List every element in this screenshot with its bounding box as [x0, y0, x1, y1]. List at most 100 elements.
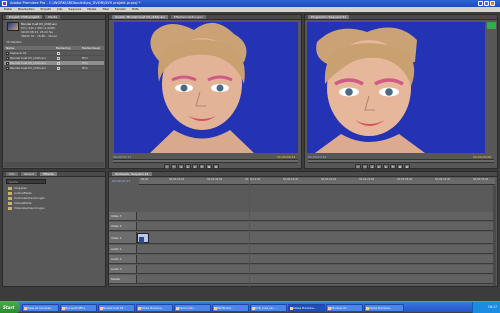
track-header[interactable]: Audio 2	[109, 255, 137, 263]
step-back-button[interactable]: ◂	[178, 164, 184, 169]
mark-in-button[interactable]: {	[164, 164, 170, 169]
app-icon	[290, 307, 293, 310]
taskbar-item[interactable]: Adobe Premiere...	[364, 303, 404, 312]
menu-fenster[interactable]: Fenster	[115, 7, 126, 11]
tab-program[interactable]: Programm: Sequenz 01	[308, 15, 350, 19]
menu-titel[interactable]: Titel	[102, 7, 108, 11]
source-transport-controls: {} ◂ ▸ ▸ ↻ ⊞ ⊟	[164, 164, 220, 169]
taskbar-item[interactable]: Diese ist Anmelde...	[22, 303, 59, 312]
menu-datei[interactable]: Datei	[4, 7, 12, 11]
track-header[interactable]: Video 1	[109, 232, 137, 243]
track-area[interactable]	[137, 245, 495, 253]
portrait-image	[114, 22, 298, 153]
track-audio-1[interactable]: Audio 1	[109, 245, 495, 254]
track-video-1[interactable]: Video 1	[109, 232, 495, 244]
menu-bearbeiten[interactable]: Bearbeiten	[18, 7, 34, 11]
taskbar-item[interactable]: Moodel Cust 03...	[98, 303, 135, 312]
menu-clip[interactable]: Clip	[57, 7, 63, 11]
mark-out-button[interactable]: }	[362, 164, 368, 169]
timeline-scrollbar[interactable]	[493, 186, 496, 286]
tab-timeline-sequence[interactable]: Zeitleiste: Sequenz 01	[112, 172, 152, 176]
app-icon	[214, 307, 217, 310]
source-video-frame[interactable]	[114, 22, 298, 153]
track-header[interactable]: Master	[109, 275, 137, 283]
step-forward-button[interactable]: ▸	[383, 164, 389, 169]
taskbar-item[interactable]: SRDToolkit...	[212, 303, 249, 312]
timeline-time-ruler[interactable]: 00;00 00;00;04;00 00;00;08;00 00;00;12;0…	[139, 178, 495, 185]
row-checkbox[interactable]	[57, 67, 60, 70]
loop-button[interactable]: ↻	[199, 164, 205, 169]
ruler-tick: 00;00;32;00	[435, 178, 451, 181]
row-checkbox[interactable]	[57, 57, 60, 60]
tab-history[interactable]: Verlauf	[20, 172, 38, 176]
taskbar-item[interactable]: Adobe Premiere...	[136, 303, 173, 312]
effects-search-input[interactable]: Suche	[6, 179, 46, 184]
timeline-timecode[interactable]: 00;00;07;17	[112, 179, 130, 183]
track-area[interactable]	[137, 275, 495, 283]
track-header[interactable]: Audio 3	[109, 265, 137, 273]
extract-button[interactable]: ⊟	[404, 164, 410, 169]
close-button[interactable]: ×	[490, 1, 495, 6]
source-monitor: Quelle: Moodel Cust 03_(240).avi Effekte…	[108, 14, 302, 169]
folder-video-transitions[interactable]: Videoüberblendungen	[4, 206, 104, 211]
taskbar-item-active[interactable]: Adobe Premiere...	[288, 303, 325, 312]
menu-projekt[interactable]: Projekt	[40, 7, 50, 11]
clock[interactable]: 16:17	[488, 305, 497, 309]
track-area[interactable]	[137, 255, 495, 263]
mark-in-button[interactable]: {	[355, 164, 361, 169]
play-button[interactable]: ▸	[376, 164, 382, 169]
source-time-ruler[interactable]	[113, 159, 298, 163]
row-checkbox[interactable]	[57, 62, 60, 65]
camera-record-icon[interactable]	[487, 22, 496, 29]
minimize-button[interactable]: _	[478, 1, 483, 6]
track-audio-3[interactable]: Audio 3	[109, 265, 495, 274]
tab-media[interactable]: Media	[45, 15, 61, 19]
app-icon	[100, 307, 103, 310]
video-clip[interactable]	[137, 233, 149, 243]
table-row[interactable]: Moodel Cust 03_(240).avi Film	[4, 66, 104, 71]
insert-button[interactable]: ⊞	[206, 164, 212, 169]
track-area[interactable]	[137, 222, 495, 230]
menu-sequenz[interactable]: Sequenz	[68, 7, 81, 11]
premiere-app-icon	[2, 1, 7, 6]
play-button[interactable]: ▸	[185, 164, 191, 169]
clip-thumbnail[interactable]	[7, 22, 19, 31]
lift-button[interactable]: ⊞	[397, 164, 403, 169]
timeline-playhead[interactable]	[249, 177, 250, 287]
taskbar-item[interactable]: Microsoft Office	[60, 303, 97, 312]
taskbar-item[interactable]: Windows M...	[326, 303, 363, 312]
tab-effect-controls[interactable]: Effekteinstellungen	[170, 15, 206, 19]
maximize-button[interactable]: □	[484, 1, 489, 6]
menu-hilfe[interactable]: Hilfe	[132, 7, 139, 11]
loop-button[interactable]: ↻	[390, 164, 396, 169]
taskbar-item[interactable]: Camcorder...	[174, 303, 211, 312]
app-icon	[252, 307, 255, 310]
app-icon	[138, 307, 141, 310]
step-back-button[interactable]: ◂	[369, 164, 375, 169]
tab-info[interactable]: Info	[6, 172, 18, 176]
program-video-frame[interactable]	[307, 22, 485, 153]
start-button[interactable]: Start	[0, 302, 20, 313]
track-video-3[interactable]: Video 3	[109, 212, 495, 221]
track-header[interactable]: Video 3	[109, 212, 137, 220]
overlay-button[interactable]: ⊟	[213, 164, 219, 169]
step-forward-button[interactable]: ▸	[192, 164, 198, 169]
tab-source[interactable]: Quelle: Moodel Cust 03_(240).avi	[112, 15, 168, 19]
track-header[interactable]: Video 2	[109, 222, 137, 230]
folder-label: Videoeffekte	[14, 201, 32, 205]
track-area[interactable]	[137, 232, 495, 243]
track-area[interactable]	[137, 265, 495, 273]
taskbar-item[interactable]: DVD_Cust_ver...	[250, 303, 287, 312]
track-master[interactable]: Master	[109, 275, 495, 284]
tab-project[interactable]: Projekt: DVR-projekt	[6, 15, 43, 19]
row-checkbox[interactable]	[57, 52, 60, 55]
mark-out-button[interactable]: }	[171, 164, 177, 169]
track-audio-2[interactable]: Audio 2	[109, 255, 495, 264]
tab-effects[interactable]: Effekte	[40, 172, 57, 176]
track-header[interactable]: Audio 1	[109, 245, 137, 253]
ruler-tick: 00;00;24;00	[359, 178, 375, 181]
track-video-2[interactable]: Video 2	[109, 222, 495, 231]
program-time-ruler[interactable]	[308, 159, 494, 163]
menu-marke[interactable]: Marke	[87, 7, 96, 11]
track-area[interactable]	[137, 212, 495, 220]
